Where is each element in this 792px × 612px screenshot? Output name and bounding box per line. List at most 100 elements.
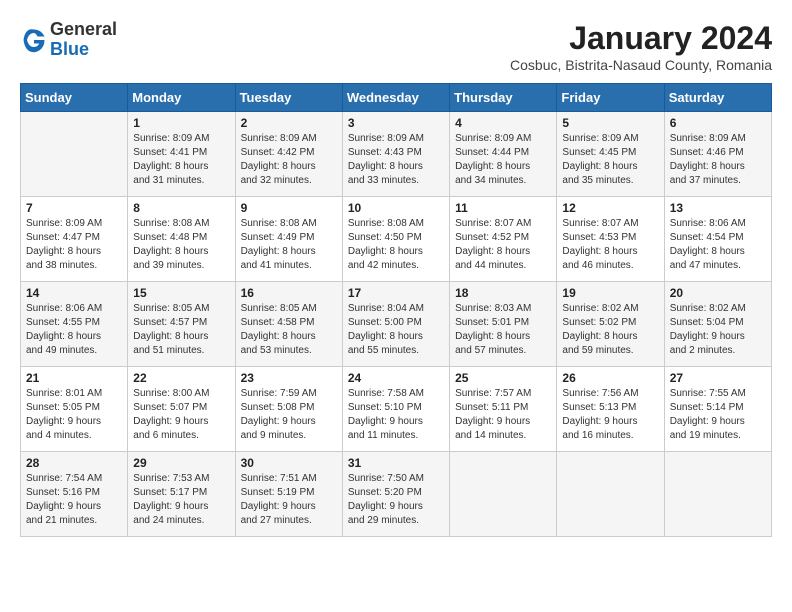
calendar-cell: 23Sunrise: 7:59 AM Sunset: 5:08 PM Dayli… (235, 367, 342, 452)
calendar-cell: 26 Sunrise: 7:56 AM Sunset: 5:13 PM Dayli… (557, 367, 664, 452)
day-info: Sunrise: 8:09 AM Sunset: 4:45 PM Dayligh… (562, 132, 658, 188)
day-info: Sunrise: 8:08 AM Sunset: 4:49 PM Dayligh… (241, 217, 337, 273)
day-info: Sunrise: 7:54 AM Sunset: 5:16 PM Dayligh… (26, 472, 122, 528)
day-number: 2 (241, 116, 337, 130)
day-info: Sunrise: 8:09 AM Sunset: 4:46 PM Dayligh… (670, 132, 766, 188)
day-number: 30 (241, 456, 337, 470)
day-info: Sunrise: 7:57 AM Sunset: 5:11 PM Dayligh… (455, 387, 551, 443)
calendar-cell: 1 Sunrise: 8:09 AM Sunset: 4:41 PM Daylig… (128, 112, 235, 197)
day-info: Sunrise: 7:56 AM Sunset: 5:13 PM Dayligh… (562, 387, 658, 443)
day-number: 9 (241, 201, 337, 215)
title-block: January 2024 Cosbuc, Bistrita-Nasaud Cou… (510, 20, 772, 73)
day-info: Sunrise: 8:00 AM Sunset: 5:07 PM Dayligh… (133, 387, 229, 443)
weekday-header-tuesday: Tuesday (235, 84, 342, 112)
day-info: Sunrise: 8:07 AM Sunset: 4:52 PM Dayligh… (455, 217, 551, 273)
calendar-cell: 31 Sunrise: 7:50 AM Sunset: 5:20 PM Dayli… (342, 452, 449, 537)
calendar-cell: 17Sunrise: 8:04 AM Sunset: 5:00 PM Dayli… (342, 282, 449, 367)
day-info: Sunrise: 8:09 AM Sunset: 4:41 PM Dayligh… (133, 132, 229, 188)
calendar-week-5: 28 Sunrise: 7:54 AM Sunset: 5:16 PM Dayli… (21, 452, 772, 537)
calendar-cell: 13 Sunrise: 8:06 AM Sunset: 4:54 PM Dayli… (664, 197, 771, 282)
calendar-cell: 22 Sunrise: 8:00 AM Sunset: 5:07 PM Dayli… (128, 367, 235, 452)
day-number: 24 (348, 371, 444, 385)
day-info: Sunrise: 7:51 AM Sunset: 5:19 PM Dayligh… (241, 472, 337, 528)
calendar-cell: 19 Sunrise: 8:02 AM Sunset: 5:02 PM Dayli… (557, 282, 664, 367)
weekday-header-friday: Friday (557, 84, 664, 112)
day-number: 14 (26, 286, 122, 300)
calendar-cell: 18Sunrise: 8:03 AM Sunset: 5:01 PM Dayli… (450, 282, 557, 367)
calendar-cell: 27 Sunrise: 7:55 AM Sunset: 5:14 PM Dayli… (664, 367, 771, 452)
calendar-cell: 8Sunrise: 8:08 AM Sunset: 4:48 PM Daylig… (128, 197, 235, 282)
calendar-cell: 12Sunrise: 8:07 AM Sunset: 4:53 PM Dayli… (557, 197, 664, 282)
calendar-cell: 20 Sunrise: 8:02 AM Sunset: 5:04 PM Dayli… (664, 282, 771, 367)
calendar-cell: 5Sunrise: 8:09 AM Sunset: 4:45 PM Daylig… (557, 112, 664, 197)
day-info: Sunrise: 8:05 AM Sunset: 4:57 PM Dayligh… (133, 302, 229, 358)
day-number: 1 (133, 116, 229, 130)
calendar-cell: 16Sunrise: 8:05 AM Sunset: 4:58 PM Dayli… (235, 282, 342, 367)
calendar-week-3: 14Sunrise: 8:06 AM Sunset: 4:55 PM Dayli… (21, 282, 772, 367)
day-number: 11 (455, 201, 551, 215)
day-info: Sunrise: 8:09 AM Sunset: 4:47 PM Dayligh… (26, 217, 122, 273)
calendar-cell (450, 452, 557, 537)
day-info: Sunrise: 8:04 AM Sunset: 5:00 PM Dayligh… (348, 302, 444, 358)
day-info: Sunrise: 8:09 AM Sunset: 4:43 PM Dayligh… (348, 132, 444, 188)
logo-icon (20, 26, 48, 54)
calendar-cell: 6 Sunrise: 8:09 AM Sunset: 4:46 PM Daylig… (664, 112, 771, 197)
month-title: January 2024 (510, 20, 772, 57)
calendar-cell: 14Sunrise: 8:06 AM Sunset: 4:55 PM Dayli… (21, 282, 128, 367)
day-info: Sunrise: 7:58 AM Sunset: 5:10 PM Dayligh… (348, 387, 444, 443)
calendar-cell: 7 Sunrise: 8:09 AM Sunset: 4:47 PM Daylig… (21, 197, 128, 282)
day-number: 25 (455, 371, 551, 385)
calendar-cell: 3 Sunrise: 8:09 AM Sunset: 4:43 PM Daylig… (342, 112, 449, 197)
calendar-cell: 29Sunrise: 7:53 AM Sunset: 5:17 PM Dayli… (128, 452, 235, 537)
day-info: Sunrise: 8:01 AM Sunset: 5:05 PM Dayligh… (26, 387, 122, 443)
calendar-cell: 9 Sunrise: 8:08 AM Sunset: 4:49 PM Daylig… (235, 197, 342, 282)
day-number: 4 (455, 116, 551, 130)
day-number: 19 (562, 286, 658, 300)
day-number: 31 (348, 456, 444, 470)
calendar-cell: 11 Sunrise: 8:07 AM Sunset: 4:52 PM Dayli… (450, 197, 557, 282)
calendar-header: SundayMondayTuesdayWednesdayThursdayFrid… (21, 84, 772, 112)
calendar-week-2: 7 Sunrise: 8:09 AM Sunset: 4:47 PM Daylig… (21, 197, 772, 282)
day-number: 23 (241, 371, 337, 385)
day-number: 27 (670, 371, 766, 385)
weekday-header-saturday: Saturday (664, 84, 771, 112)
day-number: 13 (670, 201, 766, 215)
calendar-cell (21, 112, 128, 197)
calendar-cell (557, 452, 664, 537)
calendar-cell (664, 452, 771, 537)
calendar-cell: 4 Sunrise: 8:09 AM Sunset: 4:44 PM Daylig… (450, 112, 557, 197)
day-number: 29 (133, 456, 229, 470)
day-number: 26 (562, 371, 658, 385)
weekday-header-sunday: Sunday (21, 84, 128, 112)
day-number: 7 (26, 201, 122, 215)
day-number: 15 (133, 286, 229, 300)
day-info: Sunrise: 7:50 AM Sunset: 5:20 PM Dayligh… (348, 472, 444, 528)
day-info: Sunrise: 8:02 AM Sunset: 5:02 PM Dayligh… (562, 302, 658, 358)
day-number: 16 (241, 286, 337, 300)
calendar-cell: 30 Sunrise: 7:51 AM Sunset: 5:19 PM Dayli… (235, 452, 342, 537)
day-number: 6 (670, 116, 766, 130)
calendar-cell: 21 Sunrise: 8:01 AM Sunset: 5:05 PM Dayli… (21, 367, 128, 452)
calendar-cell: 25 Sunrise: 7:57 AM Sunset: 5:11 PM Dayli… (450, 367, 557, 452)
calendar-body: 1 Sunrise: 8:09 AM Sunset: 4:41 PM Daylig… (21, 112, 772, 537)
day-info: Sunrise: 8:03 AM Sunset: 5:01 PM Dayligh… (455, 302, 551, 358)
day-info: Sunrise: 8:08 AM Sunset: 4:50 PM Dayligh… (348, 217, 444, 273)
calendar-cell: 15 Sunrise: 8:05 AM Sunset: 4:57 PM Dayli… (128, 282, 235, 367)
calendar-week-1: 1 Sunrise: 8:09 AM Sunset: 4:41 PM Daylig… (21, 112, 772, 197)
logo: General Blue (20, 20, 117, 60)
day-number: 8 (133, 201, 229, 215)
day-info: Sunrise: 8:07 AM Sunset: 4:53 PM Dayligh… (562, 217, 658, 273)
day-info: Sunrise: 8:09 AM Sunset: 4:42 PM Dayligh… (241, 132, 337, 188)
day-number: 22 (133, 371, 229, 385)
day-info: Sunrise: 8:09 AM Sunset: 4:44 PM Dayligh… (455, 132, 551, 188)
day-info: Sunrise: 8:06 AM Sunset: 4:54 PM Dayligh… (670, 217, 766, 273)
page-header: General Blue January 2024 Cosbuc, Bistri… (20, 20, 772, 73)
calendar-cell: 28 Sunrise: 7:54 AM Sunset: 5:16 PM Dayli… (21, 452, 128, 537)
day-info: Sunrise: 7:55 AM Sunset: 5:14 PM Dayligh… (670, 387, 766, 443)
day-number: 20 (670, 286, 766, 300)
day-number: 28 (26, 456, 122, 470)
day-info: Sunrise: 8:02 AM Sunset: 5:04 PM Dayligh… (670, 302, 766, 358)
day-number: 3 (348, 116, 444, 130)
location: Cosbuc, Bistrita-Nasaud County, Romania (510, 57, 772, 73)
day-number: 21 (26, 371, 122, 385)
